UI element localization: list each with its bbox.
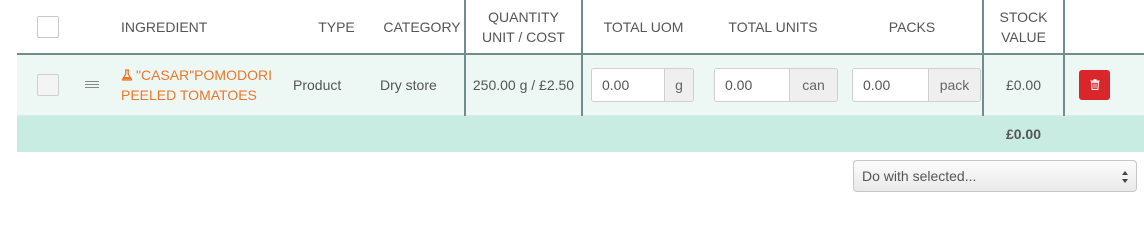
packs-input[interactable]: 0.00 [853, 68, 928, 101]
type-value: Product [293, 76, 342, 93]
packs-cell: 0.00 pack [842, 54, 984, 116]
total-uom-cell: 0.00 g [582, 54, 704, 116]
ingredient-header[interactable]: INGREDIENT [121, 0, 293, 55]
total-units-unit: can [789, 68, 837, 101]
bulk-action-select[interactable]: Do with selected... [853, 160, 1137, 192]
total-row: £0.00 [17, 115, 1144, 152]
total-filler [582, 115, 704, 152]
total-uom-input[interactable]: 0.00 [592, 68, 664, 101]
stock-value-header: STOCK VALUE [983, 0, 1065, 55]
total-uom-header: TOTAL UOM [582, 0, 704, 55]
quantity-header: QUANTITY UNIT / COST [465, 0, 583, 55]
actions-header [1064, 0, 1144, 55]
flask-icon [121, 69, 133, 81]
ingredient-name-line2: PEELED TOMATOES [121, 86, 257, 103]
total-units-input[interactable]: 0.00 [715, 68, 789, 101]
quantity-header-line2: UNIT / COST [482, 28, 565, 45]
select-arrows-icon [1122, 171, 1128, 183]
ingredient-name-line1: "CASAR"POMODORI [136, 66, 272, 83]
total-units-header: TOTAL UNITS [704, 0, 842, 55]
table-header-row: INGREDIENT TYPE CATEGORY QUANTITY UNIT /… [17, 0, 1144, 55]
total-filler [1064, 115, 1144, 152]
total-uom-unit: g [664, 68, 693, 101]
total-filler [293, 115, 380, 152]
category-header[interactable]: CATEGORY [380, 0, 466, 55]
ingredient-cell: "CASAR"POMODORI PEELED TOMATOES [121, 54, 293, 116]
ingredient-link[interactable]: "CASAR"POMODORI PEELED TOMATOES [121, 65, 293, 105]
select-all-header [17, 0, 78, 55]
table-row: "CASAR"POMODORI PEELED TOMATOES Product … [17, 54, 1144, 116]
total-filler [842, 115, 983, 152]
drag-cell [78, 54, 121, 116]
delete-button[interactable] [1079, 69, 1110, 100]
stock-header-line2: VALUE [1001, 28, 1046, 45]
row-checkbox[interactable] [37, 73, 59, 96]
quantity-header-line1: QUANTITY [488, 8, 559, 25]
stock-value-cell: £0.00 [983, 54, 1065, 116]
actions-cell [1064, 54, 1144, 116]
total-filler [380, 115, 465, 152]
stock-table-container: INGREDIENT TYPE CATEGORY QUANTITY UNIT /… [17, 0, 1144, 152]
total-uom-input-group: 0.00 g [591, 67, 694, 102]
total-filler [78, 115, 121, 152]
category-value: Dry store [380, 76, 437, 93]
packs-unit: pack [928, 68, 980, 101]
packs-header: PACKS [842, 0, 984, 55]
type-header[interactable]: TYPE [293, 0, 380, 55]
bulk-action-selected: Do with selected... [862, 168, 977, 184]
total-units-cell: 0.00 can [704, 54, 842, 116]
quantity-cost-value: 250.00 g / £2.50 [472, 76, 575, 93]
total-filler [121, 115, 293, 152]
packs-input-group: 0.00 pack [852, 67, 981, 102]
total-stock-value: £0.00 [983, 115, 1064, 152]
type-cell: Product [293, 54, 380, 116]
row-select-cell [17, 54, 78, 116]
quantity-cost-cell: 250.00 g / £2.50 [465, 54, 583, 116]
total-filler [704, 115, 842, 152]
category-cell: Dry store [380, 54, 466, 116]
trash-icon [1090, 79, 1099, 91]
total-units-input-group: 0.00 can [714, 67, 838, 102]
stock-value: £0.00 [1005, 76, 1042, 93]
total-filler [17, 115, 78, 152]
total-filler [465, 115, 582, 152]
select-all-checkbox[interactable] [37, 15, 59, 38]
stock-header-line1: STOCK [999, 8, 1048, 25]
drag-handle-icon[interactable] [85, 81, 99, 89]
stock-table: INGREDIENT TYPE CATEGORY QUANTITY UNIT /… [17, 0, 1144, 152]
drag-header [78, 0, 121, 55]
